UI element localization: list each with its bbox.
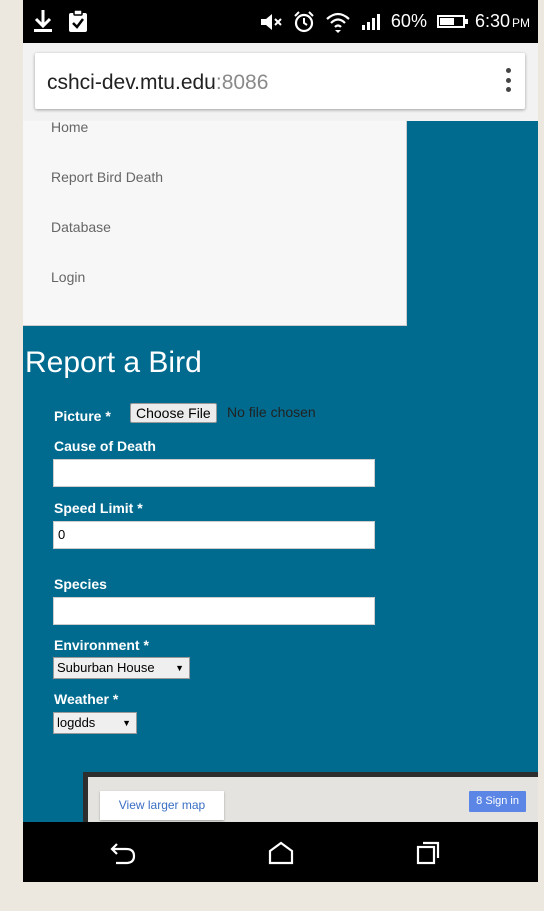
status-left bbox=[33, 8, 89, 34]
battery-percent: 60% bbox=[390, 11, 427, 31]
chevron-down-icon: ▼ bbox=[175, 663, 184, 673]
download-icon bbox=[34, 10, 52, 32]
file-status: No file chosen bbox=[227, 404, 316, 420]
nav-item-database[interactable]: Database bbox=[51, 219, 111, 235]
status-bar: 60% 6:30 PM bbox=[23, 0, 538, 43]
url-text[interactable]: cshci-dev.mtu.edu:8086 bbox=[47, 71, 268, 95]
status-right: 60% 6:30 PM bbox=[259, 0, 530, 43]
view-larger-map-button[interactable]: View larger map bbox=[100, 791, 224, 820]
google-icon: 8 bbox=[476, 795, 483, 807]
environment-label: Environment * bbox=[54, 637, 149, 653]
species-input[interactable] bbox=[53, 597, 375, 625]
weather-select[interactable]: logdds ▼ bbox=[53, 712, 137, 734]
sign-in-button[interactable]: 8 Sign in bbox=[469, 791, 526, 812]
url-host: cshci-dev.mtu.edu bbox=[47, 71, 216, 94]
url-port: :8086 bbox=[215, 71, 269, 94]
nav-item-report-bird-death[interactable]: Report Bird Death bbox=[51, 169, 163, 185]
phone-screen: 60% 6:30 PM cshci-dev.mtu.edu:8086 Home R… bbox=[23, 0, 538, 882]
chevron-down-icon: ▼ bbox=[122, 718, 131, 728]
nav-dropdown: Home Report Bird Death Database Login bbox=[23, 119, 407, 326]
system-nav-bar bbox=[23, 822, 538, 882]
clock: 6:30 PM bbox=[475, 11, 530, 32]
alarm-icon bbox=[294, 10, 314, 32]
speed-limit-label: Speed Limit * bbox=[54, 500, 143, 516]
clock-ampm: PM bbox=[512, 16, 530, 30]
picture-label: Picture * bbox=[54, 408, 111, 424]
battery-icon bbox=[436, 15, 468, 28]
environment-select[interactable]: Suburban House ▼ bbox=[53, 657, 190, 679]
home-icon[interactable] bbox=[267, 840, 295, 866]
nav-item-home[interactable]: Home bbox=[51, 119, 88, 135]
clipboard-check-icon bbox=[69, 9, 87, 32]
weather-value: logdds bbox=[57, 715, 96, 730]
volume-muted-icon bbox=[260, 13, 282, 30]
browser-toolbar: cshci-dev.mtu.edu:8086 bbox=[23, 43, 538, 121]
sign-in-label: Sign in bbox=[485, 795, 519, 807]
back-icon[interactable] bbox=[108, 840, 138, 866]
page-title: Report a Bird bbox=[25, 346, 202, 379]
choose-file-button[interactable]: Choose File bbox=[130, 403, 217, 423]
nav-item-login[interactable]: Login bbox=[51, 269, 85, 285]
cause-of-death-label: Cause of Death bbox=[54, 438, 156, 454]
speed-limit-input[interactable]: 0 bbox=[53, 521, 375, 549]
wifi-icon bbox=[326, 12, 350, 33]
recent-apps-icon[interactable] bbox=[415, 840, 441, 866]
species-label: Species bbox=[54, 576, 107, 592]
cause-of-death-input[interactable] bbox=[53, 459, 375, 487]
weather-label: Weather * bbox=[54, 691, 119, 707]
url-bar[interactable]: cshci-dev.mtu.edu:8086 bbox=[35, 53, 525, 109]
more-options-icon[interactable] bbox=[505, 68, 511, 92]
signal-icon bbox=[361, 13, 380, 30]
environment-value: Suburban House bbox=[57, 660, 155, 675]
clock-time: 6:30 bbox=[474, 11, 510, 31]
